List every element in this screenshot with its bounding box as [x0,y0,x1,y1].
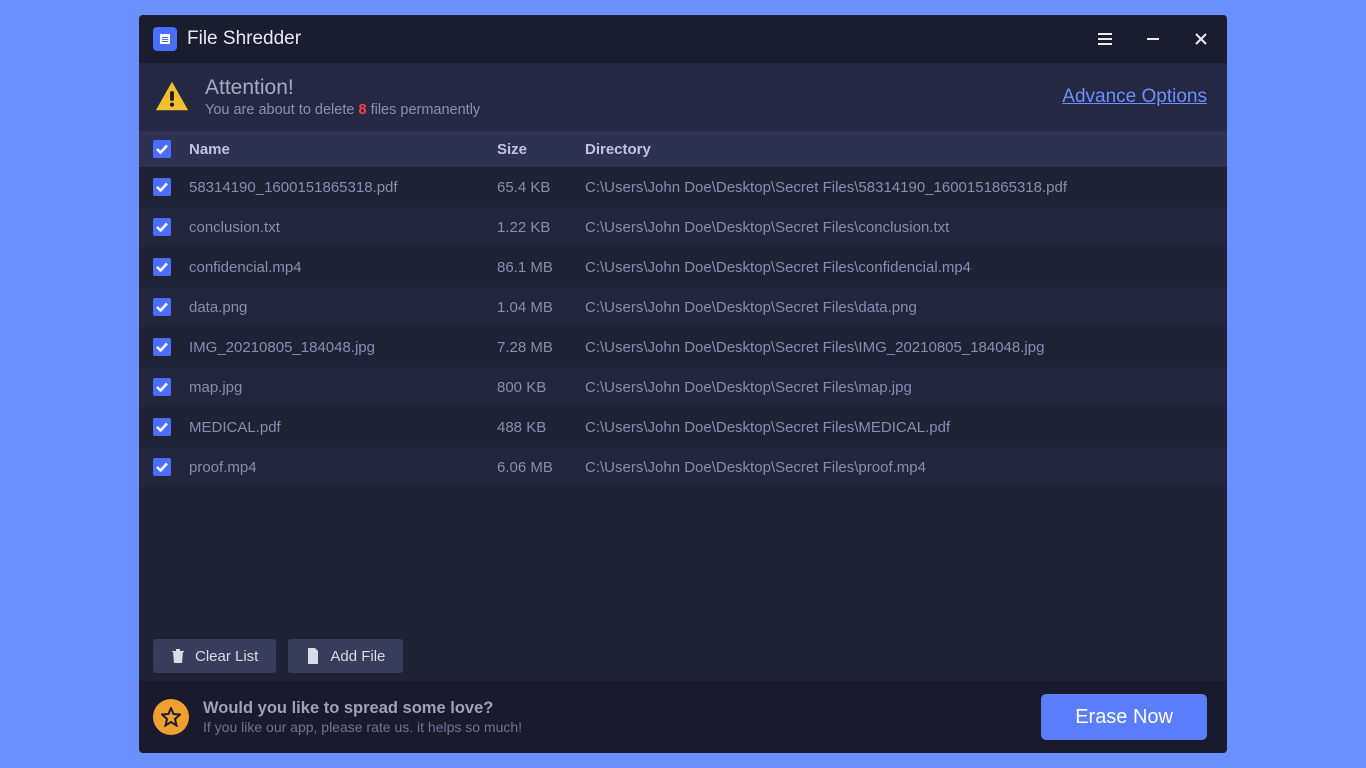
close-button[interactable] [1189,27,1213,51]
attention-title: Attention! [205,76,1062,99]
file-row[interactable]: 58314190_1600151865318.pdf65.4 KBC:\User… [139,167,1227,207]
warning-icon [153,78,191,116]
file-row[interactable]: proof.mp46.06 MBC:\Users\John Doe\Deskto… [139,447,1227,487]
file-name: map.jpg [189,379,497,396]
file-directory: C:\Users\John Doe\Desktop\Secret Files\p… [585,459,1213,476]
file-name: proof.mp4 [189,459,497,476]
attention-subtitle: You are about to delete 8 files permanen… [205,102,1062,118]
attention-prefix: You are about to delete [205,102,358,118]
file-directory: C:\Users\John Doe\Desktop\Secret Files\c… [585,219,1213,236]
clear-list-button[interactable]: Clear List [153,639,276,673]
file-size: 86.1 MB [497,259,585,276]
attention-text: Attention! You are about to delete 8 fil… [205,76,1062,117]
row-checkbox[interactable] [153,418,171,436]
table-header: Name Size Directory [139,131,1227,167]
file-directory: C:\Users\John Doe\Desktop\Secret Files\5… [585,179,1213,196]
app-title: File Shredder [187,28,1083,50]
file-icon [306,648,320,664]
row-checkbox-col [153,298,189,316]
advance-options-link[interactable]: Advance Options [1062,86,1207,108]
file-size: 6.06 MB [497,459,585,476]
file-directory: C:\Users\John Doe\Desktop\Secret Files\c… [585,259,1213,276]
file-name: conclusion.txt [189,219,497,236]
header-checkbox-col [153,140,189,158]
row-checkbox-col [153,338,189,356]
file-list: 58314190_1600151865318.pdf65.4 KBC:\User… [139,167,1227,631]
header-size[interactable]: Size [497,141,585,158]
app-icon [153,27,177,51]
action-bar: Clear List Add File [139,631,1227,681]
file-name: confidencial.mp4 [189,259,497,276]
minimize-button[interactable] [1141,27,1165,51]
file-row[interactable]: IMG_20210805_184048.jpg7.28 MBC:\Users\J… [139,327,1227,367]
window-controls [1093,27,1213,51]
file-directory: C:\Users\John Doe\Desktop\Secret Files\I… [585,339,1213,356]
file-row[interactable]: MEDICAL.pdf488 KBC:\Users\John Doe\Deskt… [139,407,1227,447]
file-size: 65.4 KB [497,179,585,196]
menu-button[interactable] [1093,27,1117,51]
file-row[interactable]: confidencial.mp486.1 MBC:\Users\John Doe… [139,247,1227,287]
titlebar: File Shredder [139,15,1227,63]
trash-icon [171,648,185,664]
footer-sub: If you like our app, please rate us. it … [203,719,1027,735]
header-name[interactable]: Name [189,141,497,158]
file-row[interactable]: data.png1.04 MBC:\Users\John Doe\Desktop… [139,287,1227,327]
attention-bar: Attention! You are about to delete 8 fil… [139,63,1227,131]
attention-suffix: files permanently [367,102,481,118]
erase-now-button[interactable]: Erase Now [1041,694,1207,740]
row-checkbox-col [153,418,189,436]
row-checkbox-col [153,458,189,476]
file-name: 58314190_1600151865318.pdf [189,179,497,196]
header-directory[interactable]: Directory [585,141,1213,158]
row-checkbox[interactable] [153,178,171,196]
row-checkbox-col [153,218,189,236]
row-checkbox[interactable] [153,298,171,316]
row-checkbox-col [153,258,189,276]
row-checkbox[interactable] [153,338,171,356]
file-directory: C:\Users\John Doe\Desktop\Secret Files\M… [585,419,1213,436]
file-size: 1.04 MB [497,299,585,316]
star-icon [153,699,189,735]
file-name: MEDICAL.pdf [189,419,497,436]
file-size: 800 KB [497,379,585,396]
file-name: data.png [189,299,497,316]
clear-list-label: Clear List [195,648,258,665]
row-checkbox[interactable] [153,258,171,276]
file-size: 488 KB [497,419,585,436]
row-checkbox[interactable] [153,218,171,236]
row-checkbox[interactable] [153,458,171,476]
footer-text: Would you like to spread some love? If y… [203,699,1027,735]
file-directory: C:\Users\John Doe\Desktop\Secret Files\d… [585,299,1213,316]
row-checkbox-col [153,178,189,196]
file-size: 7.28 MB [497,339,585,356]
add-file-label: Add File [330,648,385,665]
file-size: 1.22 KB [497,219,585,236]
select-all-checkbox[interactable] [153,140,171,158]
file-directory: C:\Users\John Doe\Desktop\Secret Files\m… [585,379,1213,396]
footer-title: Would you like to spread some love? [203,699,1027,718]
app-window: File Shredder Attention! You are about t… [139,15,1227,753]
file-row[interactable]: conclusion.txt1.22 KBC:\Users\John Doe\D… [139,207,1227,247]
row-checkbox[interactable] [153,378,171,396]
file-row[interactable]: map.jpg800 KBC:\Users\John Doe\Desktop\S… [139,367,1227,407]
attention-count: 8 [358,102,366,118]
row-checkbox-col [153,378,189,396]
add-file-button[interactable]: Add File [288,639,403,673]
footer: Would you like to spread some love? If y… [139,681,1227,753]
file-name: IMG_20210805_184048.jpg [189,339,497,356]
